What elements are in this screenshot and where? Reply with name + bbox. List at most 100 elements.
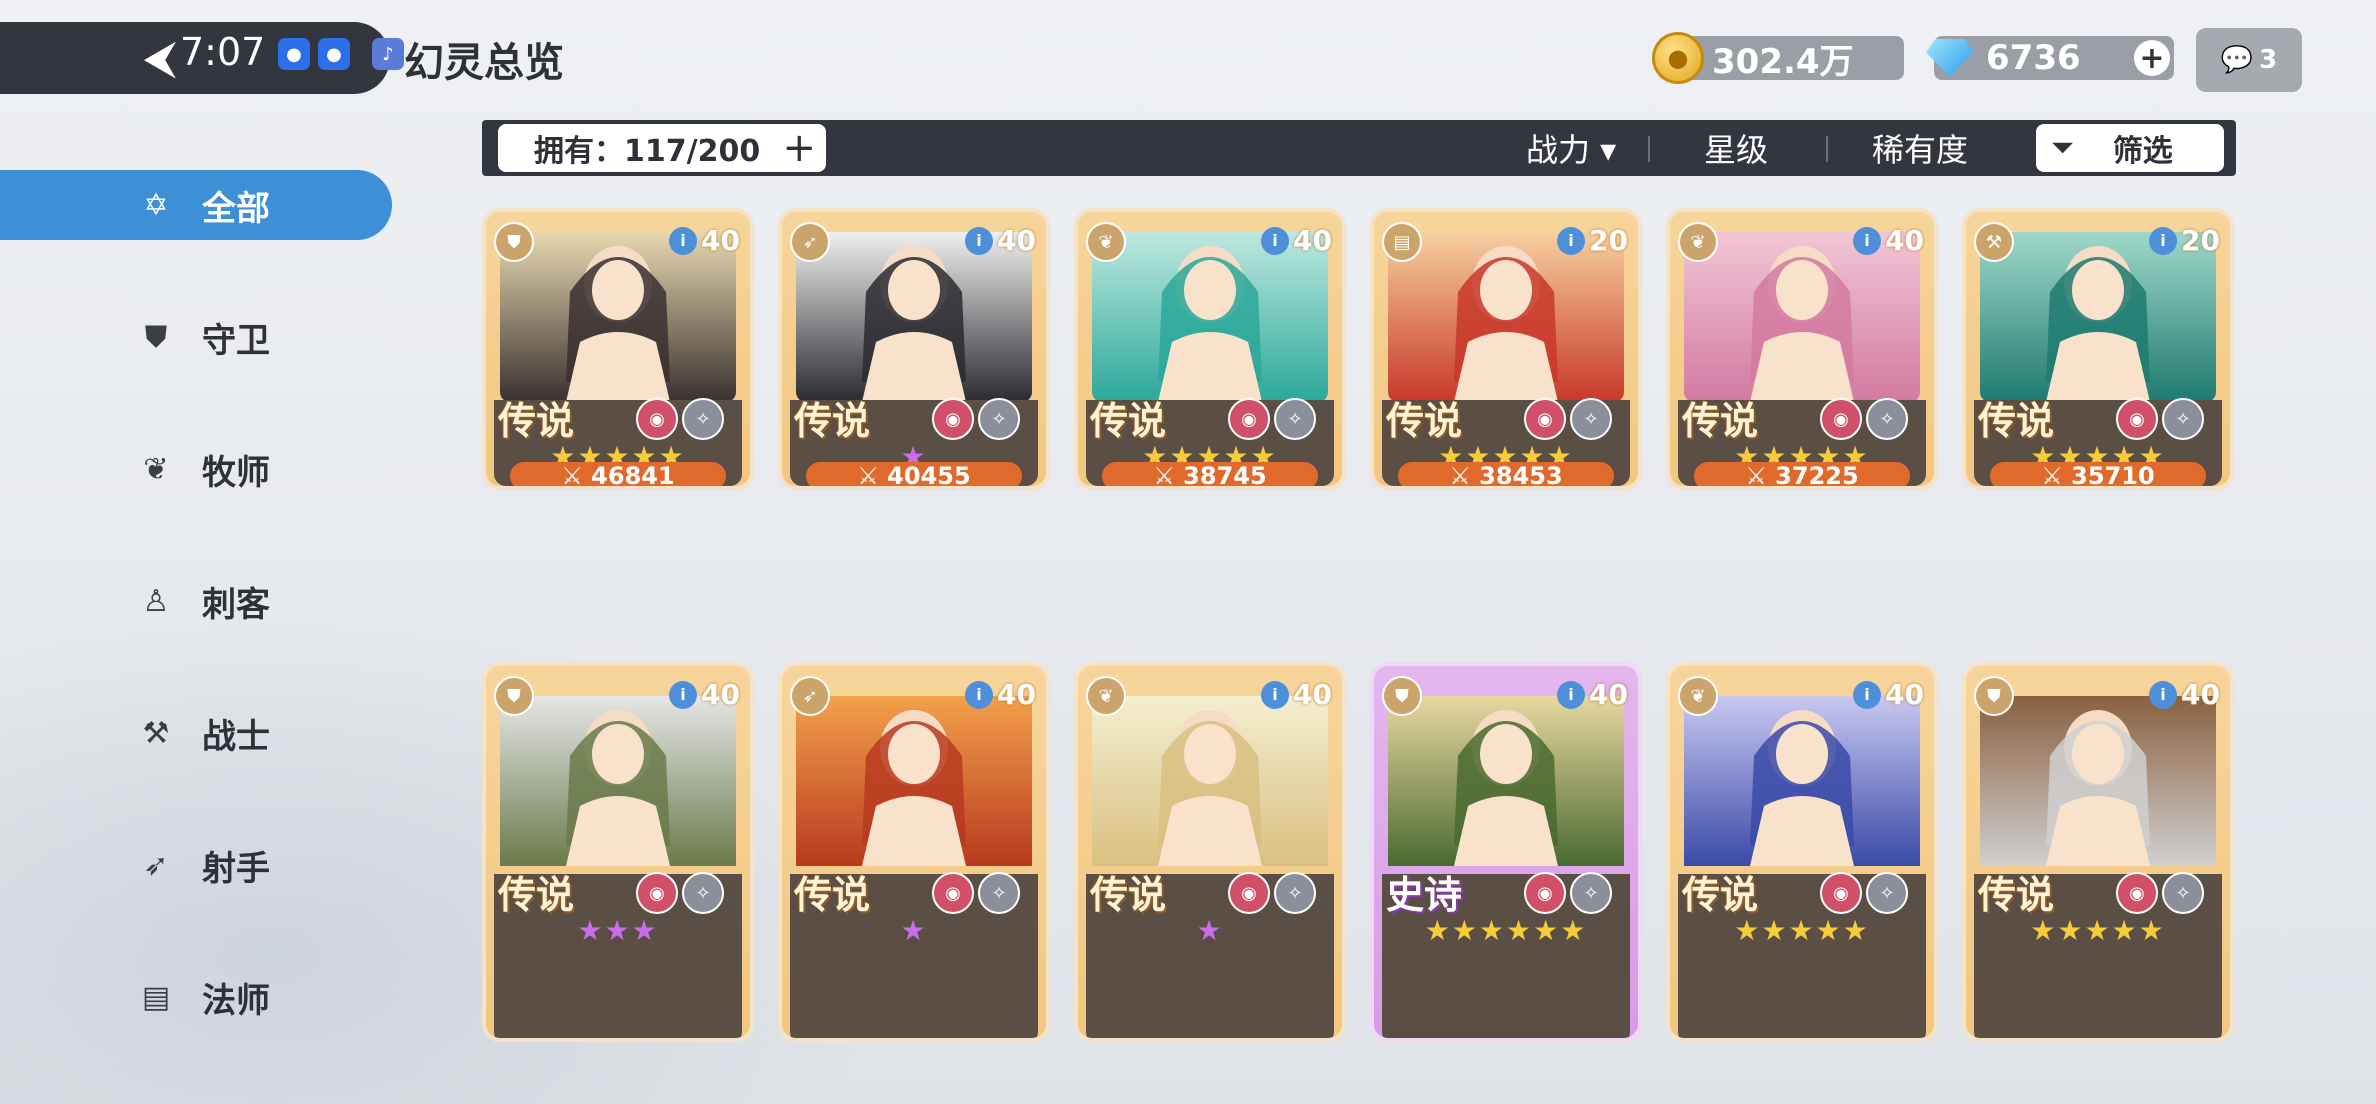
sort-rarity[interactable]: 稀有度	[1872, 126, 1968, 170]
bow-icon: ➶	[143, 847, 169, 883]
divider	[1648, 136, 1650, 162]
info-icon: i	[2149, 680, 2178, 709]
hammer-icon: ⚒	[142, 715, 170, 751]
level-value: 40	[1885, 224, 1924, 257]
element-icon: ✧	[1274, 872, 1316, 914]
hero-card[interactable]: ▤ i 20 传说 ◉ ✧ ★★★★★ ⚔ 38453	[1370, 208, 1642, 490]
level-value: 40	[997, 678, 1036, 711]
hero-card[interactable]: ⛊ i 40 史诗 ◉ ✧ ★★★★★★	[1370, 662, 1642, 1042]
hero-level: i 40	[965, 678, 1036, 711]
hero-portrait	[500, 686, 736, 876]
element-icon: ◉	[636, 398, 678, 440]
combat-power: ⚔ 35710	[1990, 462, 2206, 486]
hero-card[interactable]: ❦ i 40 传说 ◉ ✧ ★★★★★	[1666, 662, 1938, 1042]
sidebar-item-mage[interactable]: ▤ 法师	[0, 962, 390, 1032]
level-value: 40	[701, 678, 740, 711]
element-icon: ✧	[1570, 398, 1612, 440]
hero-level: i 20	[1557, 224, 1628, 257]
status-app-icon: ●	[318, 38, 350, 70]
info-icon: i	[1853, 680, 1882, 709]
element-icon: ◉	[2116, 872, 2158, 914]
hero-card[interactable]: ❦ i 40 传说 ◉ ✧ ★★★★★ ⚔ 38745	[1074, 208, 1346, 490]
sidebar-item-warrior[interactable]: ⚒ 战士	[0, 698, 390, 768]
hero-card[interactable]: ❦ i 40 传说 ◉ ✧ ★	[1074, 662, 1346, 1042]
filter-button[interactable]: ⏷ 筛选	[2036, 124, 2224, 172]
gem-icon	[1926, 39, 1974, 77]
hero-card[interactable]: ❦ i 40 传说 ◉ ✧ ★★★★★ ⚔ 37225	[1666, 208, 1938, 490]
level-value: 40	[1293, 678, 1332, 711]
sort-stars[interactable]: 星级	[1704, 126, 1768, 170]
sidebar-label: 射手	[202, 848, 270, 889]
hero-portrait	[1980, 232, 2216, 402]
hero-portrait	[1684, 686, 1920, 876]
star-rating: ★★★	[577, 914, 659, 947]
hero-card[interactable]: ⛊ i 40 传说 ◉ ✧ ★★★★★	[1962, 662, 2234, 1042]
rarity-label: 史诗	[1386, 872, 1463, 917]
owned-count: 拥有：117/200	[534, 134, 761, 169]
info-icon: i	[1261, 226, 1290, 255]
gem-amount: 6736	[1986, 38, 2081, 78]
shield-icon: ⛊	[1382, 676, 1422, 716]
sidebar-item-priest[interactable]: ❦ 牧师	[0, 434, 390, 504]
expand-capacity-icon[interactable]: +	[782, 125, 816, 171]
info-icon: i	[965, 680, 994, 709]
gold-amount: 302.4万	[1712, 41, 1854, 82]
element-icon: ✧	[1274, 398, 1316, 440]
sidebar-item-assassin[interactable]: ♙ 刺客	[0, 566, 390, 636]
hero-level: i 20	[2149, 224, 2220, 257]
combat-power: ⚔ 40455	[806, 462, 1022, 486]
wing-icon: ❦	[1086, 222, 1126, 262]
back-arrow-icon: ⮜	[143, 30, 177, 84]
level-value: 40	[701, 224, 740, 257]
add-gem-button[interactable]: +	[2134, 40, 2170, 76]
sidebar-item-guard[interactable]: ⛊ 守卫	[0, 302, 390, 372]
hero-portrait	[500, 232, 736, 402]
wing-icon: ❦	[143, 451, 169, 487]
sort-power[interactable]: 战力 ▾	[1526, 126, 1616, 170]
hero-card[interactable]: ⚒ i 20 传说 ◉ ✧ ★★★★★ ⚔ 35710	[1962, 208, 2234, 490]
star-rating: ★★★★★	[2030, 914, 2166, 947]
hero-portrait	[1092, 686, 1328, 876]
level-value: 40	[1293, 224, 1332, 257]
shield-icon: ⛊	[494, 676, 534, 716]
hero-card[interactable]: ⛊ i 40 传说 ◉ ✧ ★★★★★ ⚔ 46841	[482, 208, 754, 490]
owned-count-box[interactable]: 拥有：117/200 +	[498, 124, 826, 172]
book-icon: ▤	[1382, 222, 1422, 262]
hero-card[interactable]: ➶ i 40 传说 ◉ ✧ ★	[778, 662, 1050, 1042]
gold-currency[interactable]: ● 302.4万	[1652, 32, 1904, 84]
info-icon: i	[1261, 680, 1290, 709]
chat-button[interactable]: 💬 3	[2196, 28, 2302, 92]
element-icon: ◉	[1524, 398, 1566, 440]
hero-portrait	[1980, 686, 2216, 876]
book-icon: ▤	[141, 979, 171, 1015]
hero-level: i 40	[965, 224, 1036, 257]
sidebar-label: 法师	[202, 980, 270, 1021]
sidebar-label: 战士	[202, 716, 270, 757]
element-icon: ◉	[1524, 872, 1566, 914]
hero-card[interactable]: ⛊ i 40 传说 ◉ ✧ ★★★	[482, 662, 754, 1042]
hero-level: i 40	[2149, 678, 2220, 711]
element-icon: ✧	[1866, 872, 1908, 914]
element-icon: ◉	[1820, 398, 1862, 440]
element-icon: ◉	[1228, 872, 1270, 914]
sidebar-item-all[interactable]: ✡ 全部	[0, 170, 392, 240]
star-rating: ★★★★★★	[1424, 914, 1588, 947]
rarity-label: 传说	[498, 872, 575, 917]
hero-card[interactable]: ➶ i 40 传说 ◉ ✧ ★ ⚔ 40455	[778, 208, 1050, 490]
shield-icon: ⛊	[494, 222, 534, 262]
bow-icon: ➶	[790, 222, 830, 262]
level-value: 40	[1589, 678, 1628, 711]
combat-power: ⚔ 38745	[1102, 462, 1318, 486]
sidebar-label: 全部	[202, 188, 270, 229]
element-icon: ◉	[1228, 398, 1270, 440]
chat-badge: 3	[2259, 45, 2278, 75]
page-title: 幻灵总览	[404, 40, 564, 86]
gem-currency[interactable]: 6736 +	[1926, 36, 2174, 80]
filter-label: 筛选	[2112, 134, 2173, 169]
rarity-label: 传说	[1090, 872, 1167, 917]
combat-power: ⚔ 37225	[1694, 462, 1910, 486]
shield-icon: ⛊	[144, 319, 168, 355]
element-icon: ✧	[2162, 398, 2204, 440]
sidebar-item-archer[interactable]: ➶ 射手	[0, 830, 390, 900]
bow-icon: ➶	[790, 676, 830, 716]
